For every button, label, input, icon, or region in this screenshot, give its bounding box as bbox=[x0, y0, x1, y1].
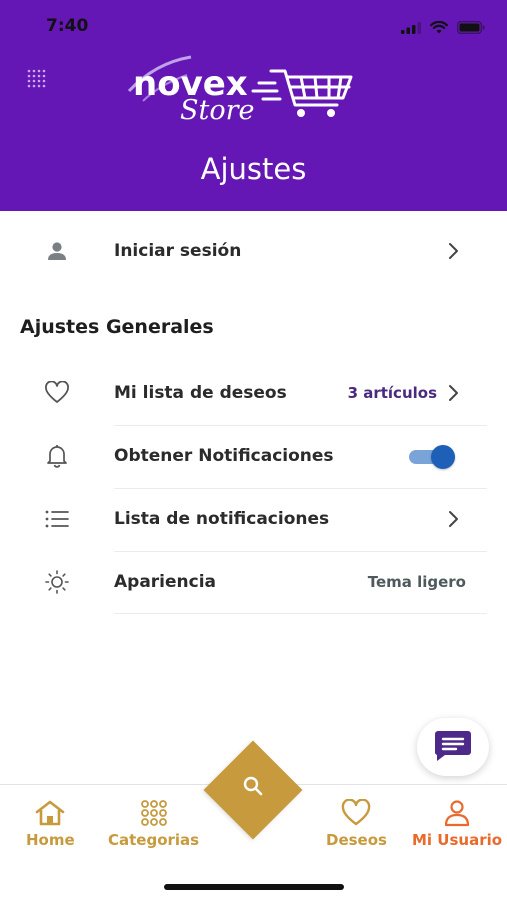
wishlist-label: Mi lista de deseos bbox=[114, 383, 287, 403]
section-title-general: Ajustes Generales bbox=[20, 316, 214, 338]
status-icons bbox=[401, 19, 485, 38]
nav-wishes[interactable]: Deseos bbox=[326, 799, 387, 849]
chevron-right-icon bbox=[443, 509, 463, 529]
chevron-right-icon bbox=[443, 241, 463, 261]
status-time: 7:40 bbox=[46, 16, 89, 36]
nav-my-user-label: Mi Usuario bbox=[412, 831, 503, 849]
notifications-list-label: Lista de notificaciones bbox=[114, 509, 330, 529]
appearance-row[interactable]: Apariencia Tema ligero bbox=[0, 551, 507, 613]
battery-icon bbox=[456, 19, 485, 38]
nav-my-user[interactable]: Mi Usuario bbox=[412, 799, 502, 849]
app-header: 7:40 novex Store Ajustes bbox=[0, 0, 507, 211]
nav-home-label: Home bbox=[26, 831, 75, 849]
sun-icon bbox=[40, 565, 74, 599]
toggle-knob bbox=[431, 445, 455, 469]
heart-icon bbox=[40, 376, 74, 410]
home-icon bbox=[34, 799, 66, 827]
divider bbox=[114, 613, 487, 614]
appearance-value: Tema ligero bbox=[367, 573, 466, 591]
nav-home[interactable]: Home bbox=[26, 799, 75, 849]
wifi-icon bbox=[430, 19, 448, 38]
status-bar: 7:40 bbox=[0, 0, 507, 54]
search-icon[interactable] bbox=[237, 772, 269, 800]
nav-categories[interactable]: Categorias bbox=[108, 799, 199, 849]
grid-dots-icon bbox=[138, 799, 170, 827]
dot-grid-icon bbox=[25, 68, 49, 94]
wishlist-count: 3 artículos bbox=[347, 384, 437, 402]
notifications-label: Obtener Notificaciones bbox=[114, 446, 334, 466]
page-title: Ajustes bbox=[200, 152, 307, 186]
nav-wishes-label: Deseos bbox=[326, 831, 387, 849]
notifications-list-row[interactable]: Lista de notificaciones bbox=[0, 488, 507, 550]
appearance-label: Apariencia bbox=[114, 572, 217, 592]
svg-text:Store: Store bbox=[180, 95, 255, 126]
wishlist-row[interactable]: Mi lista de deseos 3 artículos bbox=[0, 362, 507, 424]
nav-categories-label: Categorias bbox=[108, 831, 200, 849]
user-icon bbox=[40, 234, 74, 268]
login-label: Iniciar sesión bbox=[114, 241, 242, 261]
cellular-signal-icon bbox=[401, 19, 421, 38]
notifications-row: Obtener Notificaciones bbox=[0, 425, 507, 487]
chat-bubble-icon bbox=[433, 728, 473, 766]
list-icon bbox=[40, 502, 74, 536]
bell-icon bbox=[40, 439, 74, 473]
chevron-right-icon bbox=[443, 383, 463, 403]
menu-grid-button[interactable] bbox=[22, 68, 52, 94]
notifications-toggle[interactable] bbox=[409, 445, 455, 469]
user-icon bbox=[441, 799, 473, 827]
home-indicator bbox=[164, 884, 344, 890]
novex-store-logo: novex Store bbox=[125, 53, 360, 128]
heart-icon bbox=[340, 799, 372, 827]
chat-button[interactable] bbox=[417, 718, 489, 776]
login-row[interactable]: Iniciar sesión bbox=[0, 220, 507, 282]
